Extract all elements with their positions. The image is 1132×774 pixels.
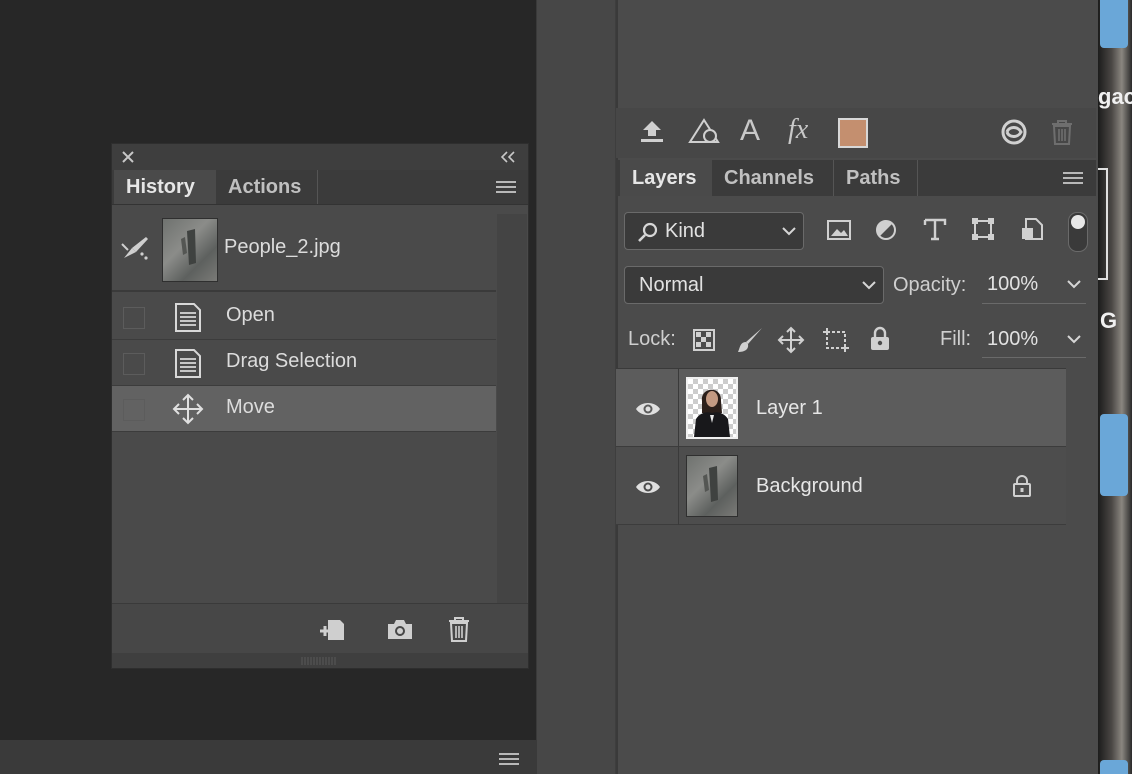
color-swatch[interactable]: [838, 118, 868, 148]
edge-text: gac: [1098, 84, 1132, 109]
document-edge-image: gac G: [1098, 0, 1132, 774]
opacity-label: Opacity:: [893, 274, 967, 296]
fill-value: 100%: [987, 328, 1039, 350]
lock-image-pixels-icon[interactable]: [736, 326, 764, 354]
history-item-label: Move: [226, 396, 275, 418]
export-icon[interactable]: [638, 118, 666, 146]
history-item-checkbox[interactable]: [123, 353, 145, 375]
resize-grip[interactable]: [112, 653, 528, 668]
layer-name[interactable]: Background: [756, 475, 863, 498]
filter-adjustment-icon[interactable]: [874, 218, 898, 242]
tab-paths[interactable]: Paths: [834, 160, 918, 196]
lock-transparent-pixels-icon[interactable]: [693, 329, 715, 351]
type-tool-icon[interactable]: A: [740, 114, 760, 148]
history-item-checkbox[interactable]: [123, 307, 145, 329]
opacity-value: 100%: [987, 273, 1039, 295]
history-tab-bar: History Actions: [112, 170, 528, 205]
snapshot-name: People_2.jpg: [224, 236, 341, 258]
row-separator: [678, 369, 679, 447]
collapse-chevrons-icon[interactable]: [500, 150, 516, 164]
lock-artboard-icon[interactable]: [821, 326, 851, 354]
opacity-field[interactable]: 100%: [982, 266, 1086, 304]
tab-channels[interactable]: Channels: [712, 160, 834, 196]
lock-position-icon[interactable]: [777, 326, 805, 354]
panel-menu-icon[interactable]: [1062, 169, 1084, 187]
layers-tab-bar: Layers Channels Paths: [616, 160, 1096, 196]
filter-type-icon[interactable]: [922, 216, 948, 242]
blend-mode-value: Normal: [639, 274, 704, 296]
layer-row-background[interactable]: Background: [616, 447, 1066, 525]
tab-actions[interactable]: Actions: [216, 170, 318, 204]
layer-thumbnail: [686, 377, 738, 439]
history-brush-source-icon[interactable]: [120, 234, 150, 262]
fill-label: Fill:: [940, 328, 972, 350]
move-icon: [172, 393, 204, 425]
history-scrollbar[interactable]: [497, 214, 527, 604]
eye-icon[interactable]: [634, 399, 662, 419]
trash-icon[interactable]: [1050, 118, 1074, 146]
layer-name[interactable]: Layer 1: [756, 397, 823, 420]
filter-kind-label: Kind: [665, 220, 706, 242]
camera-icon[interactable]: [386, 617, 414, 641]
fill-field[interactable]: 100%: [982, 320, 1086, 358]
history-item-open[interactable]: Open: [112, 294, 496, 340]
edge-blue-element: [1100, 0, 1128, 48]
shape-icon[interactable]: [688, 118, 720, 146]
layers-panel: A fx Layers Channels Paths Kind Normal O…: [616, 0, 1098, 774]
edge-frame: [1098, 168, 1108, 280]
history-item-label: Drag Selection: [226, 350, 358, 372]
history-item-move[interactable]: Move: [112, 386, 496, 432]
bottom-status-bar: [0, 740, 536, 774]
chevron-down-icon: [1066, 279, 1082, 291]
trash-icon[interactable]: [447, 615, 471, 643]
filter-smart-object-icon[interactable]: [1020, 216, 1044, 242]
edge-blue-element: [1100, 760, 1128, 774]
history-panel: History Actions People_2.jpg Open Drag S…: [111, 143, 529, 669]
chevron-down-icon: [861, 280, 877, 292]
creative-cloud-icon[interactable]: [998, 118, 1030, 146]
history-item-label: Open: [226, 304, 275, 326]
new-document-from-state-icon[interactable]: [318, 616, 348, 642]
tab-history[interactable]: History: [114, 170, 216, 204]
tab-layers[interactable]: Layers: [620, 160, 712, 196]
layer-row-layer-1[interactable]: Layer 1: [616, 369, 1066, 447]
document-icon: [172, 347, 204, 379]
fx-icon[interactable]: fx: [788, 114, 808, 146]
properties-toolbar: A fx: [616, 108, 1096, 158]
panel-menu-icon[interactable]: [498, 750, 520, 768]
row-separator: [678, 447, 679, 525]
panel-dock-divider: [536, 0, 617, 774]
close-icon[interactable]: [121, 150, 135, 164]
search-icon: [637, 221, 659, 243]
filter-toggle-switch[interactable]: [1068, 212, 1088, 252]
lock-icon[interactable]: [1012, 474, 1032, 498]
history-item-checkbox[interactable]: [123, 399, 145, 421]
history-item-drag-selection[interactable]: Drag Selection: [112, 340, 496, 386]
filter-pixel-icon[interactable]: [826, 218, 852, 242]
snapshot-thumbnail: [162, 218, 218, 282]
snapshot-row[interactable]: People_2.jpg: [112, 204, 496, 292]
lock-all-icon[interactable]: [869, 326, 891, 352]
history-footer: [112, 603, 528, 654]
panel-header: [112, 144, 528, 170]
filter-shape-icon[interactable]: [970, 216, 996, 242]
chevron-down-icon: [1066, 334, 1082, 346]
panel-menu-icon[interactable]: [495, 178, 517, 196]
edge-text: G: [1100, 308, 1118, 333]
layer-thumbnail: [686, 455, 738, 517]
edge-blue-element: [1100, 414, 1128, 496]
lock-label: Lock:: [628, 328, 676, 350]
layers-scrollbar[interactable]: [1066, 369, 1096, 774]
blend-mode-dropdown[interactable]: Normal: [624, 266, 884, 304]
eye-icon[interactable]: [634, 477, 662, 497]
document-icon: [172, 301, 204, 333]
filter-kind-dropdown[interactable]: Kind: [624, 212, 804, 250]
chevron-down-icon: [781, 226, 797, 238]
